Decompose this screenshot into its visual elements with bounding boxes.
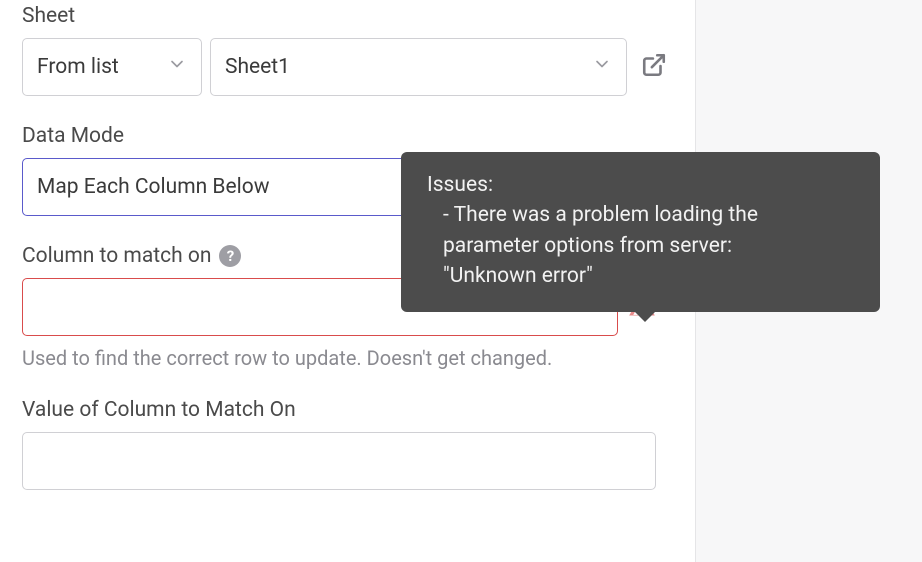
tooltip-line-3: "Unknown error" [427,261,854,291]
tooltip-arrow [634,311,656,322]
value-match-label: Value of Column to Match On [22,398,673,422]
sheet-label: Sheet [22,4,673,28]
sheet-row: From list Sheet1 [22,38,673,96]
tooltip-line-2: parameter options from server: [427,231,854,261]
sheet-mode-value: From list [37,55,167,79]
value-match-input[interactable] [22,432,656,490]
field-sheet: Sheet From list Sheet1 [22,4,673,96]
tooltip-heading: Issues: [427,170,854,200]
chevron-down-icon [592,54,612,80]
data-mode-label: Data Mode [22,124,673,148]
help-icon[interactable]: ? [219,245,241,267]
external-link-icon[interactable] [635,46,673,88]
sheet-mode-select[interactable]: From list [22,38,202,96]
error-tooltip: Issues: - There was a problem loading th… [401,152,880,312]
sheet-name-select[interactable]: Sheet1 [210,38,627,96]
sheet-name-value: Sheet1 [225,55,592,79]
column-match-helper: Used to find the correct row to update. … [22,346,652,370]
field-value-match: Value of Column to Match On [22,398,673,490]
column-match-label: Column to match on [22,244,211,268]
chevron-down-icon [167,54,187,80]
tooltip-line-1: - There was a problem loading the [427,200,854,230]
